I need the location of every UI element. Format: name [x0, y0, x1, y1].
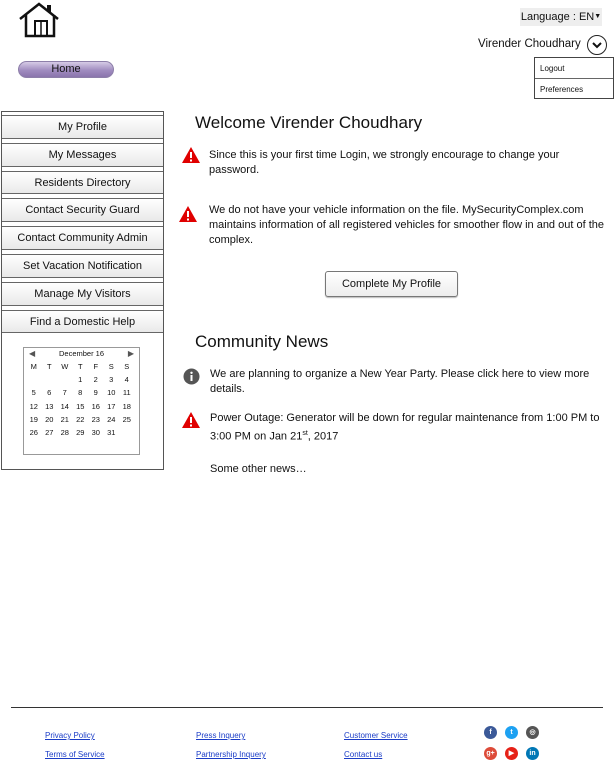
footer-divider: [11, 707, 603, 708]
calendar-month: December 16: [58, 349, 105, 358]
calendar-day[interactable]: 11: [119, 386, 135, 399]
calendar-weekday: S: [124, 362, 130, 371]
complete-profile-button[interactable]: Complete My Profile: [325, 271, 458, 297]
warning-icon: [182, 147, 200, 163]
calendar-day[interactable]: 31: [104, 426, 120, 439]
footer-link-press-inquiry[interactable]: Press Inquery: [196, 731, 245, 740]
calendar-weekday: T: [46, 362, 52, 371]
warning-icon: [182, 412, 200, 428]
menu-item-logout[interactable]: Logout: [535, 58, 613, 79]
alert-vehicle-info: We do not have your vehicle information …: [209, 204, 604, 246]
news-item-other: Some other news…: [210, 463, 307, 475]
sidebar-item-my-profile[interactable]: My Profile: [2, 115, 163, 139]
calendar-day[interactable]: 14: [57, 400, 73, 413]
menu-item-preferences[interactable]: Preferences: [535, 79, 613, 99]
calendar-day[interactable]: 6: [42, 386, 58, 399]
welcome-heading: Welcome Virender Choudhary: [195, 113, 423, 132]
sidebar-item-find-domestic-help[interactable]: Find a Domestic Help: [2, 309, 163, 334]
calendar-day[interactable]: 10: [104, 386, 120, 399]
sidebar-item-set-vacation-notification[interactable]: Set Vacation Notification: [2, 253, 163, 278]
calendar-next-icon[interactable]: ▶: [128, 348, 134, 360]
calendar-days: 1 2 3 4 5 6 7 8 9 10 11 12 13 14 15 16 17 18 19 20 21 22 23 24 2…: [24, 373, 139, 439]
footer-link-customer-service[interactable]: Customer Service: [344, 731, 408, 740]
calendar-day[interactable]: 9: [88, 386, 104, 399]
calendar-day[interactable]: 17: [104, 400, 120, 413]
news-item-power-outage: Power Outage: Generator will be down for…: [210, 411, 602, 445]
calendar-weekday: S: [108, 362, 114, 371]
footer-link-privacy-policy[interactable]: Privacy Policy: [45, 731, 95, 740]
calendar-widget: ◀ December 16 ▶ MTWTFSS 1 2 3 4 5 6 7 8 9 10 11 12 1…: [23, 347, 140, 455]
calendar-weekday: W: [61, 362, 69, 371]
calendar-day: [119, 426, 135, 439]
news-year: , 2017: [307, 430, 339, 443]
calendar-day[interactable]: 24: [104, 413, 120, 426]
calendar-day[interactable]: 15: [73, 400, 89, 413]
user-dropdown-menu: Logout Preferences: [534, 57, 614, 99]
google-plus-icon[interactable]: g+: [484, 747, 497, 760]
instagram-icon[interactable]: ◎: [526, 726, 539, 739]
community-news-heading: Community News: [195, 332, 329, 351]
language-label: Language : EN: [520, 11, 595, 23]
user-menu-toggle[interactable]: [587, 35, 607, 55]
linkedin-icon[interactable]: in: [526, 747, 539, 760]
twitter-icon[interactable]: t: [505, 726, 518, 739]
calendar-day[interactable]: 2: [88, 373, 104, 386]
home-logo-icon[interactable]: [18, 2, 60, 38]
alert-first-login: Since this is your first time Login, we …: [209, 149, 560, 176]
calendar-day[interactable]: 28: [57, 426, 73, 439]
warning-icon: [179, 206, 197, 222]
calendar-day[interactable]: 12: [26, 400, 42, 413]
calendar-day: [26, 373, 42, 386]
chevron-down-icon: [592, 41, 602, 48]
calendar-day[interactable]: 21: [57, 413, 73, 426]
calendar-day[interactable]: 22: [73, 413, 89, 426]
calendar-day[interactable]: 16: [88, 400, 104, 413]
footer-link-terms-of-service[interactable]: Terms of Service: [45, 750, 105, 759]
calendar-prev-icon[interactable]: ◀: [29, 348, 35, 360]
calendar-weekdays: MTWTFSS: [24, 360, 139, 373]
news-power-outage-text: Power Outage: Generator will be down for…: [210, 412, 600, 443]
calendar-day[interactable]: 8: [73, 386, 89, 399]
facebook-icon[interactable]: f: [484, 726, 497, 739]
calendar-day[interactable]: 3: [104, 373, 120, 386]
calendar-header: ◀ December 16 ▶: [24, 348, 139, 360]
calendar-weekday: M: [30, 362, 37, 371]
calendar-day[interactable]: 5: [26, 386, 42, 399]
calendar-day[interactable]: 25: [119, 413, 135, 426]
calendar-weekday: T: [77, 362, 83, 371]
calendar-day[interactable]: 7: [57, 386, 73, 399]
language-selector[interactable]: Language : EN▼: [520, 8, 602, 26]
youtube-icon[interactable]: ▶: [505, 747, 518, 760]
footer-link-contact-us[interactable]: Contact us: [344, 750, 382, 759]
sidebar-item-contact-security-guard[interactable]: Contact Security Guard: [2, 198, 163, 223]
language-caret-icon: ▼: [594, 13, 602, 20]
calendar-day[interactable]: 19: [26, 413, 42, 426]
sidebar-item-my-messages[interactable]: My Messages: [2, 142, 163, 167]
user-name[interactable]: Virender Choudhary: [478, 38, 581, 50]
calendar-day[interactable]: 23: [88, 413, 104, 426]
calendar-day[interactable]: 30: [88, 426, 104, 439]
sidebar: My Profile My Messages Residents Directo…: [1, 111, 164, 470]
calendar-day: [42, 373, 58, 386]
home-button[interactable]: Home: [18, 61, 114, 78]
calendar-day[interactable]: 29: [73, 426, 89, 439]
footer-link-partnership-inquiry[interactable]: Partnership Inquery: [196, 750, 266, 759]
sidebar-item-manage-my-visitors[interactable]: Manage My Visitors: [2, 281, 163, 306]
sidebar-item-residents-directory[interactable]: Residents Directory: [2, 170, 163, 195]
calendar-day[interactable]: 1: [73, 373, 89, 386]
sidebar-item-contact-community-admin[interactable]: Contact Community Admin: [2, 226, 163, 250]
calendar-day[interactable]: 13: [42, 400, 58, 413]
calendar-day[interactable]: 18: [119, 400, 135, 413]
calendar-day[interactable]: 27: [42, 426, 58, 439]
calendar-day[interactable]: 4: [119, 373, 135, 386]
calendar-day[interactable]: 20: [42, 413, 58, 426]
info-icon: [183, 368, 200, 385]
calendar-day[interactable]: 26: [26, 426, 42, 439]
calendar-day: [57, 373, 73, 386]
calendar-weekday: F: [93, 362, 99, 371]
sidebar-nav: My Profile My Messages Residents Directo…: [2, 112, 163, 334]
news-item-new-year-party[interactable]: We are planning to organize a New Year P…: [210, 367, 595, 397]
